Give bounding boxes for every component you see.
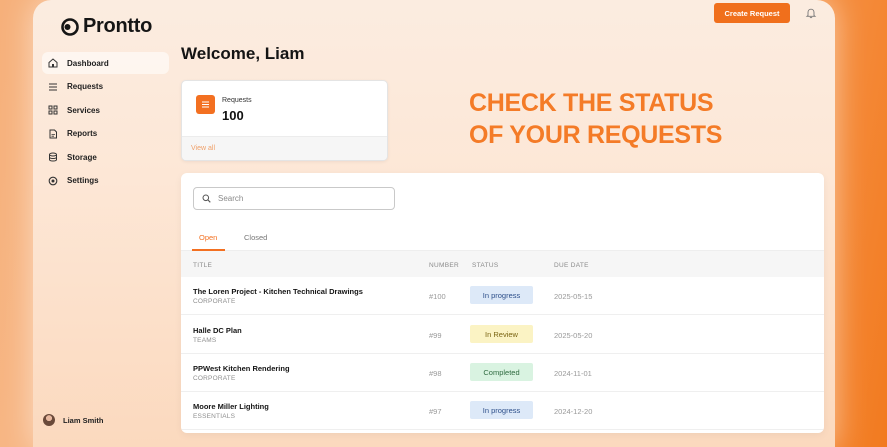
request-number: #99: [429, 331, 442, 340]
request-category: ESSENTIALS: [193, 413, 236, 420]
request-category: TEAMS: [193, 337, 217, 344]
gear-icon: [48, 176, 58, 185]
search-input[interactable]: [218, 194, 388, 203]
search-box[interactable]: [193, 187, 395, 210]
request-due-date: 2025-05-15: [554, 292, 593, 301]
request-number: #98: [429, 369, 442, 378]
promo-headline: CHECK THE STATUS OF YOUR REQUESTS: [469, 87, 722, 151]
requests-summary-card: Requests 100 View all: [181, 80, 388, 161]
column-header-number[interactable]: NUMBER: [429, 262, 459, 269]
request-due-date: 2025-05-20: [554, 331, 593, 340]
request-number: #100: [429, 292, 446, 301]
sidebar-item-label: Dashboard: [67, 58, 109, 68]
request-category: CORPORATE: [193, 375, 236, 382]
avatar: [43, 414, 55, 426]
sidebar-item-services[interactable]: Services: [42, 99, 169, 121]
sidebar-item-requests[interactable]: Requests: [42, 76, 169, 98]
sidebar-item-label: Settings: [67, 176, 99, 185]
request-title[interactable]: The Loren Project - Kitchen Technical Dr…: [193, 287, 363, 296]
table-row[interactable]: PPWest Kitchen Rendering CORPORATE #98 C…: [181, 354, 824, 392]
sidebar-item-settings[interactable]: Settings: [42, 170, 169, 192]
status-badge: In progress: [470, 401, 533, 419]
table-row[interactable]: Halle DC Plan TEAMS #99 In Review 2025-0…: [181, 316, 824, 354]
status-badge: Completed: [470, 363, 533, 381]
home-icon: [48, 58, 58, 68]
promo-line-1: CHECK THE STATUS: [469, 89, 714, 117]
page-title: Welcome, Liam: [181, 44, 305, 63]
tab-closed[interactable]: Closed: [244, 233, 267, 242]
sidebar-item-label: Storage: [67, 152, 97, 162]
sidebar-item-storage[interactable]: Storage: [42, 146, 169, 168]
status-badge: In Review: [470, 325, 533, 343]
request-number: #97: [429, 407, 442, 416]
column-header-due-date[interactable]: DUE DATE: [554, 262, 589, 269]
status-badge: In progress: [470, 286, 533, 304]
tab-open[interactable]: Open: [199, 233, 217, 242]
document-icon: [49, 129, 57, 138]
grid-icon: [48, 105, 58, 115]
search-icon: [202, 194, 211, 203]
sidebar-item-dashboard[interactable]: Dashboard: [42, 52, 169, 74]
column-header-title[interactable]: TITLE: [193, 262, 212, 269]
list-icon: [196, 95, 215, 114]
request-due-date: 2024-12-20: [554, 407, 593, 416]
list-icon: [49, 83, 57, 90]
requests-count: 100: [222, 108, 244, 123]
database-icon: [49, 152, 57, 162]
bell-icon[interactable]: [805, 7, 817, 19]
request-title[interactable]: Halle DC Plan: [193, 326, 242, 335]
user-profile[interactable]: Liam Smith: [43, 414, 103, 426]
sidebar-item-reports[interactable]: Reports: [42, 123, 169, 145]
sidebar: Dashboard Requests Services Reports Stor…: [42, 52, 169, 193]
column-header-status[interactable]: STATUS: [472, 262, 498, 269]
request-title[interactable]: PPWest Kitchen Rendering: [193, 364, 290, 373]
table-header: TITLE NUMBER STATUS DUE DATE: [181, 251, 824, 277]
promo-line-2: OF YOUR REQUESTS: [469, 121, 723, 149]
sidebar-item-label: Reports: [67, 129, 98, 138]
view-all-link[interactable]: View all: [182, 136, 387, 160]
create-request-button[interactable]: Create Request: [714, 3, 790, 23]
app-name: Prontto: [83, 15, 152, 37]
app-logo[interactable]: Prontto: [60, 15, 152, 38]
request-category: CORPORATE: [193, 298, 236, 305]
request-title[interactable]: Moore Miller Lighting: [193, 402, 269, 411]
sidebar-item-label: Requests: [67, 82, 104, 91]
logo-mark-icon: [61, 17, 79, 36]
user-name: Liam Smith: [63, 415, 104, 425]
requests-label: Requests: [222, 97, 252, 104]
table-row[interactable]: Moore Miller Lighting ESSENTIALS #97 In …: [181, 392, 824, 430]
table-row[interactable]: The Loren Project - Kitchen Technical Dr…: [181, 277, 824, 315]
request-due-date: 2024-11-01: [554, 369, 592, 378]
sidebar-item-label: Services: [67, 105, 100, 115]
requests-panel: Open Closed TITLE NUMBER STATUS DUE DATE…: [181, 173, 824, 433]
